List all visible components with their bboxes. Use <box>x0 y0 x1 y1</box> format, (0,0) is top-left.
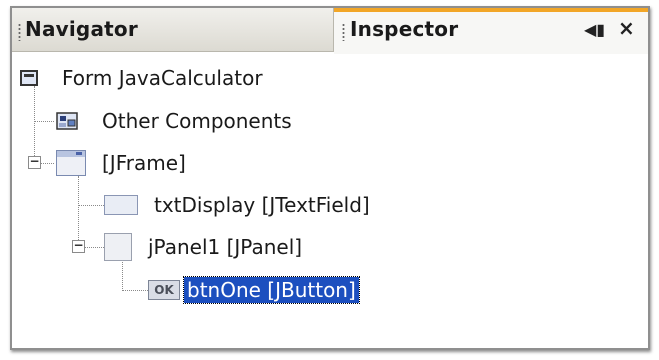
tree-node-form[interactable]: Form JavaCalculator <box>20 62 263 94</box>
tree-node-other-components[interactable]: Other Components <box>56 105 292 137</box>
tree-node-label: txtDisplay [JTextField] <box>154 193 370 217</box>
other-components-icon <box>56 110 80 132</box>
tree-node-label: Other Components <box>102 109 292 133</box>
tree-connector <box>122 260 123 291</box>
tree-node-label: jPanel1 [JPanel] <box>148 235 303 259</box>
tab-navigator[interactable]: Navigator <box>12 8 334 52</box>
collapse-icon[interactable]: − <box>72 239 85 253</box>
inspector-window: Navigator Inspector ◀▮ × Form JavaCalcul… <box>10 6 650 350</box>
tree-node-txtdisplay[interactable]: txtDisplay [JTextField] <box>104 189 370 221</box>
tree-connector <box>34 121 54 122</box>
jpanel-icon <box>104 233 132 261</box>
tree-connector <box>84 247 104 248</box>
close-icon[interactable]: × <box>618 16 635 40</box>
tab-inspector[interactable]: Inspector ◀▮ × <box>334 8 648 54</box>
drag-grip-icon[interactable] <box>18 23 21 41</box>
tab-inspector-label: Inspector <box>350 17 459 41</box>
tree-node-jpanel1[interactable]: jPanel1 [JPanel] <box>104 231 302 263</box>
tree-node-label: Form JavaCalculator <box>62 66 263 90</box>
collapse-icon[interactable]: − <box>28 155 41 169</box>
tab-strip: Navigator Inspector ◀▮ × <box>12 8 648 54</box>
drag-grip-icon[interactable] <box>342 23 345 41</box>
minimize-window-icon[interactable]: ◀▮ <box>584 20 605 39</box>
jframe-icon <box>56 150 86 176</box>
tree-connector <box>40 163 54 164</box>
tree-connector <box>78 205 104 206</box>
component-tree: Form JavaCalculator Other Components − [… <box>12 54 648 348</box>
tree-connector <box>34 86 35 164</box>
form-icon <box>20 70 38 86</box>
textfield-icon <box>104 195 138 215</box>
tree-node-label: [JFrame] <box>102 151 186 175</box>
tree-connector <box>122 290 148 291</box>
tree-node-jframe[interactable]: [JFrame] <box>56 147 186 179</box>
tree-node-label-selected: btnOne [JButton] <box>183 276 360 304</box>
jbutton-icon: OK <box>148 280 180 300</box>
tab-navigator-label: Navigator <box>25 17 138 41</box>
tree-node-btnone[interactable]: OK btnOne [JButton] <box>148 274 360 306</box>
